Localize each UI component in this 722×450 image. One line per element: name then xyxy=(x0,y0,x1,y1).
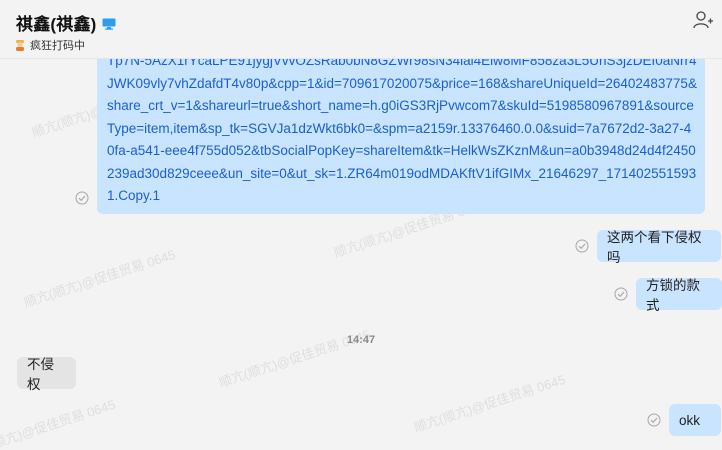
add-user-icon[interactable] xyxy=(692,10,714,30)
timestamp: 14:47 xyxy=(346,334,376,346)
message-list[interactable]: 顺亢(顺亢)@促佳贸易 0645 顺亢(顺亢)@促佳贸易 0645 顺亢(顺亢)… xyxy=(0,58,722,450)
status-text: 疯狂打码中 xyxy=(30,40,85,52)
watermark: 顺亢(顺亢)@促佳贸易 0645 xyxy=(21,246,178,311)
status-row: 疯狂打码中 xyxy=(14,37,85,53)
check-circle-icon xyxy=(614,287,628,301)
watermark: 顺亢(顺亢)@促佳贸易 0645 xyxy=(411,371,568,436)
watermark: 顺亢(顺亢)@促佳贸易 0645 xyxy=(0,396,118,450)
chat-header: 祺鑫(祺鑫) 疯狂打码中 xyxy=(0,0,722,59)
message-bubble[interactable]: 方锁的款式 xyxy=(636,278,722,313)
monitor-icon xyxy=(102,17,116,30)
message-bubble[interactable]: 这两个看下侵权吗 xyxy=(597,230,721,265)
title-row: 祺鑫(祺鑫) xyxy=(16,10,116,35)
message-bubble[interactable]: okk xyxy=(669,404,721,436)
check-circle-icon xyxy=(75,191,89,205)
message-bubble[interactable]: 不侵权 xyxy=(17,357,76,392)
chat-title[interactable]: 祺鑫(祺鑫) xyxy=(16,10,97,35)
check-circle-icon xyxy=(647,413,661,427)
worker-emoji-icon xyxy=(14,39,26,51)
link-message-bubble[interactable]: Tp7N-5AzX1rYcaLPE91jygjVvvOZsRab0bN8GZWr… xyxy=(97,58,705,214)
check-circle-icon xyxy=(575,239,589,253)
